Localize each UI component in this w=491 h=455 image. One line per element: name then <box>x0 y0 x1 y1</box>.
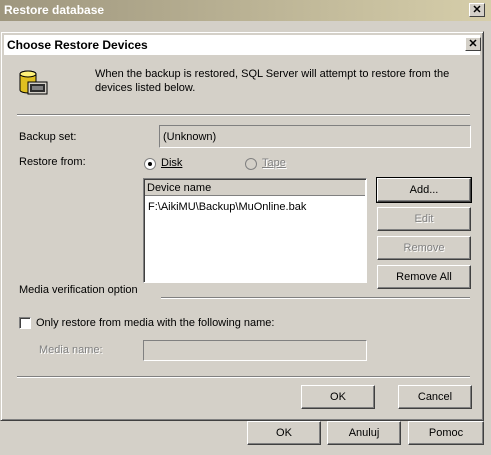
outer-close-button[interactable]: ✕ <box>469 3 485 17</box>
info-text-line2: devices listed below. <box>95 82 196 94</box>
restore-from-label: Restore from: <box>19 156 86 168</box>
separator <box>17 114 470 116</box>
dialog-title: Choose Restore Devices <box>7 38 148 52</box>
media-verification-separator <box>161 297 470 299</box>
remove-button[interactable]: Remove <box>377 236 471 260</box>
outer-help-label: Pomoc <box>428 427 464 439</box>
outer-help-button[interactable]: Pomoc <box>408 421 484 445</box>
database-backup-icon <box>17 68 49 100</box>
dialog-close-button[interactable]: ✕ <box>465 37 481 51</box>
media-verification-label: Media verification option <box>19 284 138 296</box>
add-button-label: Add... <box>409 184 439 196</box>
device-list[interactable]: Device name F:\AikiMU\Backup\MuOnline.ba… <box>143 178 367 283</box>
edit-button-label: Edit <box>414 213 434 225</box>
device-list-header[interactable]: Device name <box>145 180 365 196</box>
tape-radio[interactable]: Tape <box>245 157 305 172</box>
outer-ok-label: OK <box>276 427 292 439</box>
disk-radio[interactable]: Disk <box>144 157 204 172</box>
choose-restore-devices-dialog: Choose Restore Devices ✕ When the backup… <box>0 31 484 421</box>
checkbox-icon <box>19 317 31 329</box>
edit-button[interactable]: Edit <box>377 207 471 231</box>
ok-button[interactable]: OK <box>301 385 375 409</box>
add-button[interactable]: Add... <box>376 177 472 203</box>
tape-label-text: Tape <box>262 157 286 169</box>
info-text-line1: When the backup is restored, SQL Server … <box>95 68 450 80</box>
close-icon: ✕ <box>468 38 478 50</box>
ok-button-label: OK <box>330 391 346 403</box>
radio-selected-icon <box>144 158 156 170</box>
device-name-column: Device name <box>147 182 212 194</box>
list-item[interactable]: F:\AikiMU\Backup\MuOnline.bak <box>148 201 306 213</box>
outer-cancel-label: Anuluj <box>348 427 380 439</box>
dialog-titlebar: Choose Restore Devices <box>4 35 480 55</box>
remove-all-button-label: Remove All <box>396 271 452 283</box>
backup-set-label: Backup set: <box>19 131 77 143</box>
backup-set-field: (Unknown) <box>159 125 471 148</box>
radio-unselected-icon <box>245 158 257 170</box>
media-name-label: Media name: <box>39 344 103 356</box>
remove-all-button[interactable]: Remove All <box>377 265 471 289</box>
cancel-button-label: Cancel <box>417 391 453 403</box>
media-name-field[interactable] <box>143 340 367 361</box>
cancel-button[interactable]: Cancel <box>398 385 472 409</box>
disk-radio-label: Disk <box>161 157 182 169</box>
tape-radio-label: Tape <box>262 157 286 169</box>
outer-window-titlebar: Restore database ✕ <box>0 0 491 21</box>
outer-cancel-button[interactable]: Anuluj <box>327 421 401 445</box>
disk-label-text: Disk <box>161 157 183 169</box>
only-restore-checkbox[interactable]: Only restore from media with the followi… <box>19 317 289 331</box>
bottom-separator <box>17 376 470 378</box>
only-restore-checkbox-label: Only restore from media with the followi… <box>36 317 275 329</box>
remove-button-label: Remove <box>403 242 445 254</box>
close-icon: ✕ <box>472 4 482 16</box>
outer-window-title: Restore database <box>4 3 105 17</box>
backup-set-value: (Unknown) <box>163 131 217 143</box>
outer-ok-button[interactable]: OK <box>247 421 321 445</box>
